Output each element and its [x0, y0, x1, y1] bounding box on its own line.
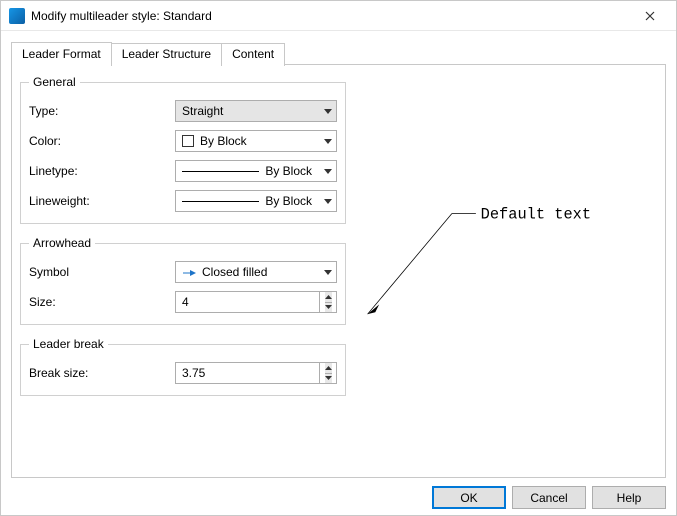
linetype-sample-icon: [182, 171, 259, 172]
chevron-up-icon: [325, 366, 332, 370]
close-icon: [645, 11, 655, 21]
chevron-down-icon: [325, 376, 332, 380]
lineweight-sample-icon: [182, 201, 259, 202]
combo-color[interactable]: By Block: [175, 130, 337, 152]
tab-content[interactable]: Content: [221, 43, 285, 66]
left-pane: General Type: Straight Color:: [12, 65, 350, 477]
dropdown-button[interactable]: [318, 131, 336, 151]
dropdown-button[interactable]: [318, 101, 336, 121]
combo-lineweight-text: By Block: [265, 194, 312, 208]
dialog-body: Leader Format Leader Structure Content G…: [1, 31, 676, 515]
chevron-up-icon: [325, 295, 332, 299]
chevron-down-icon: [324, 109, 332, 114]
row-break-size: Break size: 3.75: [29, 361, 337, 385]
tab-leader-format[interactable]: Leader Format: [11, 42, 112, 65]
spinner-buttons: [319, 363, 336, 383]
row-symbol: Symbol Closed filled: [29, 260, 337, 284]
chevron-down-icon: [324, 139, 332, 144]
group-arrowhead: Arrowhead Symbol Closed filled: [20, 236, 346, 325]
label-lineweight: Lineweight:: [29, 194, 175, 208]
label-type: Type:: [29, 104, 175, 118]
combo-color-value: By Block: [176, 134, 318, 148]
chevron-down-icon: [324, 199, 332, 204]
tab-strip: Leader Format Leader Structure Content: [11, 41, 666, 64]
label-break-size: Break size:: [29, 366, 175, 380]
spinner-break-size[interactable]: 3.75: [175, 362, 337, 384]
close-button[interactable]: [628, 2, 672, 30]
row-size: Size: 4: [29, 290, 337, 314]
dropdown-button[interactable]: [318, 191, 336, 211]
spinner-up-button[interactable]: [325, 292, 332, 303]
combo-lineweight-value: By Block: [176, 194, 318, 208]
window-title: Modify multileader style: Standard: [31, 9, 628, 23]
chevron-down-icon: [325, 305, 332, 309]
tab-leader-structure[interactable]: Leader Structure: [111, 43, 222, 66]
combo-symbol[interactable]: Closed filled: [175, 261, 337, 283]
combo-symbol-text: Closed filled: [202, 265, 267, 279]
label-symbol: Symbol: [29, 265, 175, 279]
preview-pane: Default text: [350, 65, 665, 477]
combo-linetype-value: By Block: [176, 164, 318, 178]
preview-svg: Default text: [350, 65, 665, 477]
combo-type[interactable]: Straight: [175, 100, 337, 122]
app-icon: [9, 8, 25, 24]
combo-symbol-value: Closed filled: [176, 265, 318, 279]
spinner-size-value: 4: [176, 295, 319, 309]
help-button[interactable]: Help: [592, 486, 666, 509]
combo-type-value: Straight: [176, 104, 318, 118]
spinner-buttons: [319, 292, 336, 312]
group-arrowhead-legend: Arrowhead: [29, 236, 95, 250]
dropdown-button[interactable]: [318, 262, 336, 282]
combo-lineweight[interactable]: By Block: [175, 190, 337, 212]
chevron-down-icon: [324, 270, 332, 275]
button-row: OK Cancel Help: [11, 478, 666, 509]
titlebar: Modify multileader style: Standard: [1, 1, 676, 31]
tab-page: General Type: Straight Color:: [11, 64, 666, 478]
cancel-button[interactable]: Cancel: [512, 486, 586, 509]
spinner-down-button[interactable]: [325, 374, 332, 384]
combo-linetype-text: By Block: [265, 164, 312, 178]
chevron-down-icon: [324, 169, 332, 174]
arrowhead-icon: [182, 267, 196, 277]
spinner-up-button[interactable]: [325, 363, 332, 374]
label-size: Size:: [29, 295, 175, 309]
row-linetype: Linetype: By Block: [29, 159, 337, 183]
combo-linetype[interactable]: By Block: [175, 160, 337, 182]
row-color: Color: By Block: [29, 129, 337, 153]
label-linetype: Linetype:: [29, 164, 175, 178]
ok-button[interactable]: OK: [432, 486, 506, 509]
spinner-break-size-value: 3.75: [176, 366, 319, 380]
group-leader-break: Leader break Break size: 3.75: [20, 337, 346, 396]
label-color: Color:: [29, 134, 175, 148]
combo-color-text: By Block: [200, 134, 247, 148]
dropdown-button[interactable]: [318, 161, 336, 181]
spinner-size[interactable]: 4: [175, 291, 337, 313]
color-swatch-icon: [182, 135, 194, 147]
dialog-modify-mleader-style: Modify multileader style: Standard Leade…: [0, 0, 677, 516]
group-general: General Type: Straight Color:: [20, 75, 346, 224]
preview-text: Default text: [481, 205, 591, 223]
group-general-legend: General: [29, 75, 80, 89]
row-type: Type: Straight: [29, 99, 337, 123]
row-lineweight: Lineweight: By Block: [29, 189, 337, 213]
group-leader-break-legend: Leader break: [29, 337, 108, 351]
spinner-down-button[interactable]: [325, 303, 332, 313]
